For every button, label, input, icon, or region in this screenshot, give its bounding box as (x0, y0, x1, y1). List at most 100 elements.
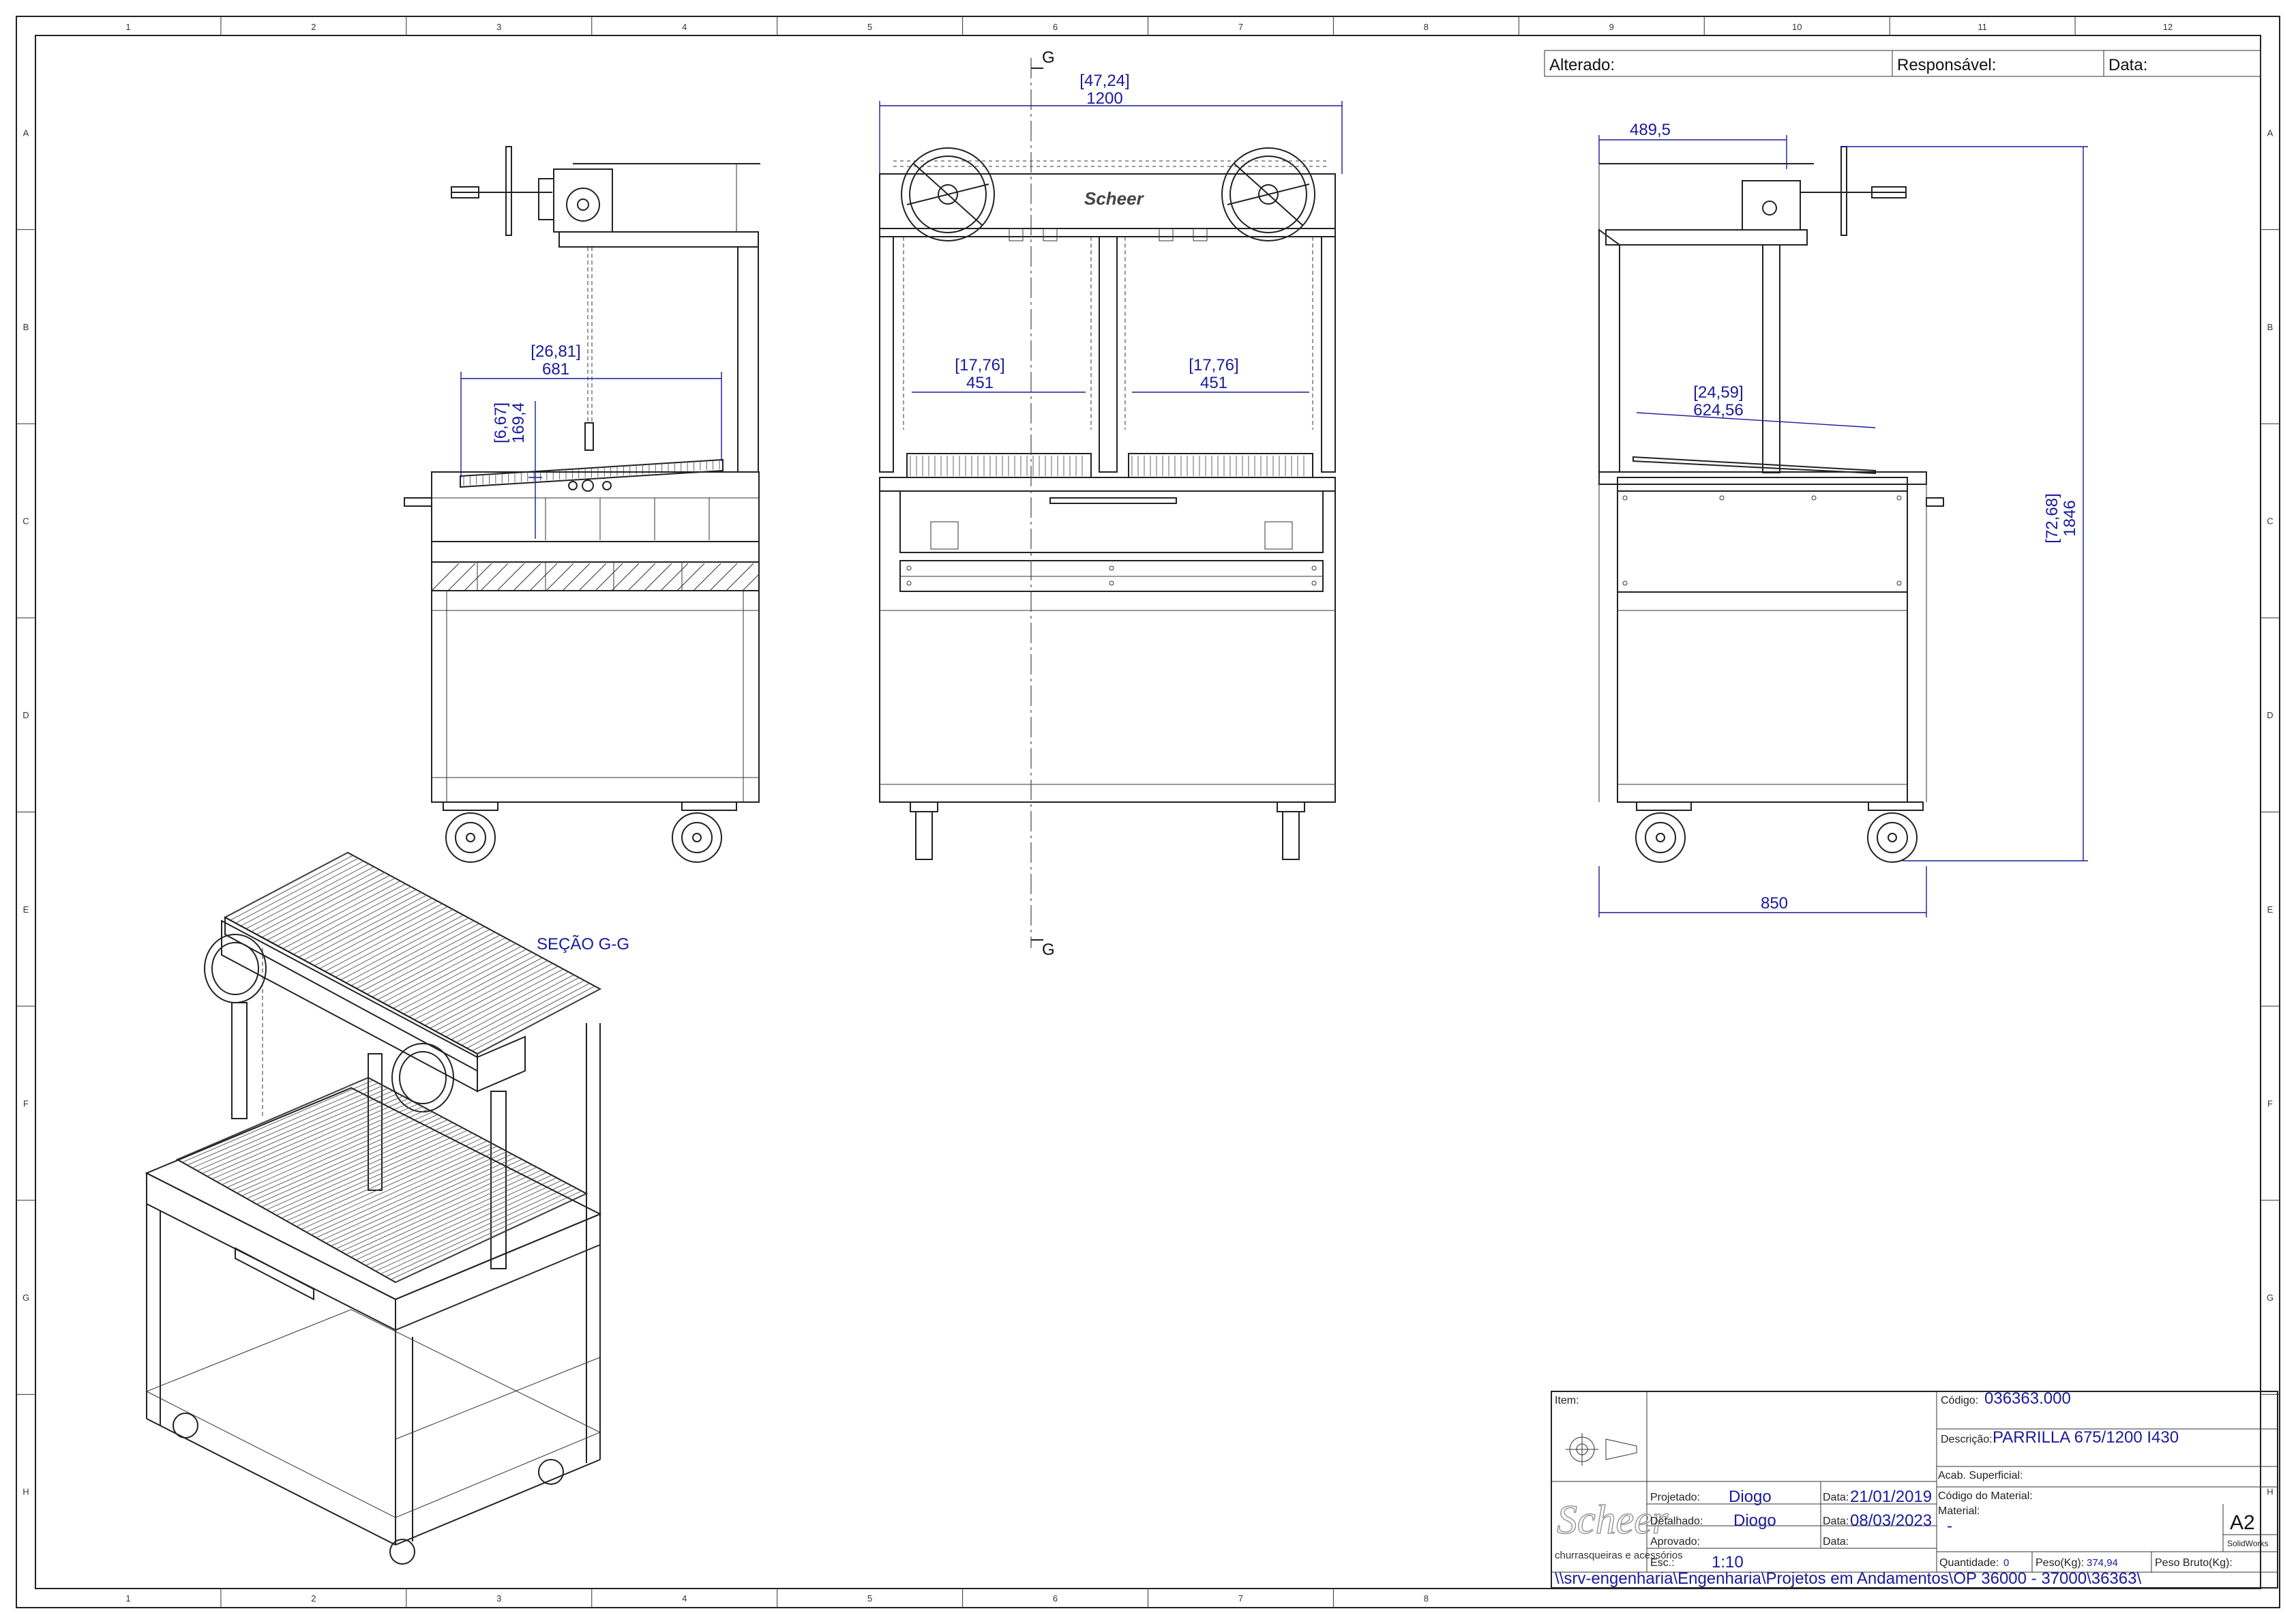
zone-col-label: 1 (125, 1593, 130, 1604)
dim-front-left-mm: 451 (966, 374, 994, 392)
description-value: PARRILLA 675/1200 I430 (1993, 1428, 2179, 1447)
weight-value: 374,94 (2087, 1557, 2118, 1569)
finish-label: Acab. Superficial: (1938, 1470, 2023, 1481)
zone-row-label: C (2267, 516, 2273, 527)
item-label: Item: (1555, 1395, 1579, 1406)
zone-col-label: 1 (125, 22, 130, 32)
dim-right-height-mm: 1846 (2061, 500, 2079, 536)
sheet-inner-frame (35, 35, 2261, 1589)
zone-col-label: 11 (1978, 22, 1987, 32)
dim-right-top-mm: 489,5 (1630, 121, 1671, 139)
code-value: 036363.000 (1984, 1389, 2071, 1408)
zone-col-label: 4 (682, 22, 687, 32)
detailed-date-value: 08/03/2023 (1850, 1511, 1932, 1530)
dim-right-depth-mm: 850 (1761, 894, 1788, 913)
section-dimensions: [26,81] 681 [6,67] 169,4 (460, 342, 722, 539)
dim-front-right-in: [17,76] (1189, 356, 1238, 374)
designed-value: Diogo (1729, 1488, 1772, 1506)
section-label: SEÇÃO G-G (537, 935, 629, 954)
revision-date-label: Data: (2108, 56, 2147, 74)
revision-changed-label: Alterado: (1549, 56, 1615, 74)
quantity-value: 0 (2003, 1557, 2009, 1569)
zone-col-label: 5 (867, 22, 872, 32)
dim-section-height-in: [6,67] (492, 402, 510, 443)
section-marker-bottom: G (1042, 941, 1055, 959)
zone-col-label: 9 (1609, 22, 1614, 32)
right-dimensions: 489,5 [24,59] 624,56 [72,68] 1846 850 (1598, 121, 2088, 917)
revision-responsible-label: Responsável: (1897, 56, 1996, 74)
zone-row-label: E (2267, 904, 2273, 915)
zone-row-label: E (23, 904, 29, 915)
dim-section-height-mm: 169,4 (509, 402, 528, 443)
code-label: Código: (1941, 1395, 1978, 1406)
isometric-view: SEÇÃO G-G (145, 851, 629, 1565)
designed-label: Projetado: (1650, 1492, 1700, 1503)
material-value: - (1947, 1517, 1952, 1535)
front-view: Scheer (879, 147, 1336, 860)
zone-row-label: A (2267, 128, 2273, 138)
zone-col-label: 2 (311, 22, 316, 32)
gross-weight-label: Peso Bruto(Kg): (2155, 1557, 2233, 1569)
title-block: Scheer churrasqueiras e acessórios Item:… (1551, 1389, 2278, 1589)
sheet-size: A2 (2230, 1511, 2255, 1534)
dim-right-height-in: [72,68] (2043, 493, 2061, 543)
zone-rows-right: A B C D E F G H (2261, 128, 2280, 1497)
weight-label: Peso(Kg): (2036, 1557, 2084, 1569)
company-logo: Scheer churrasqueiras e acessórios (1555, 1496, 1683, 1561)
zone-col-label: 4 (682, 1593, 687, 1604)
approved-label: Aprovado: (1650, 1536, 1700, 1548)
material-code-label: Código do Material: (1938, 1490, 2033, 1502)
zone-col-label: 3 (496, 22, 501, 32)
zone-columns-top: 1 2 3 4 5 6 7 8 9 10 11 12 (125, 16, 2173, 35)
material-label: Material: (1938, 1505, 1980, 1517)
zone-row-label: F (2267, 1098, 2273, 1108)
section-marker-top: G (1042, 48, 1055, 67)
dim-section-width-in: [26,81] (531, 342, 580, 361)
zone-row-label: G (2267, 1293, 2273, 1303)
dim-front-right-mm: 451 (1200, 374, 1227, 392)
designed-date-value: 21/01/2019 (1850, 1488, 1932, 1506)
front-grill-bars (910, 456, 1304, 476)
right-side-view (1598, 146, 1944, 863)
zone-col-label: 5 (867, 1593, 872, 1604)
quantity-label: Quantidade: (1939, 1557, 1999, 1569)
detailed-date-label: Data: (1823, 1516, 1849, 1527)
dim-front-left-in: [17,76] (955, 356, 1004, 374)
zone-col-label: 7 (1238, 22, 1243, 32)
front-brand-plate: Scheer (1084, 188, 1145, 209)
technical-drawing-sheet: 1 2 3 4 5 6 7 8 9 10 11 12 12345678 ABCDEFGH ABCDEF… (16, 16, 2280, 1608)
zone-row-label: D (23, 710, 29, 720)
scale-label: Esc.: (1650, 1557, 1675, 1569)
dim-section-width-mm: 681 (542, 360, 569, 379)
detailed-value: Diogo (1733, 1511, 1776, 1530)
zone-col-label: 2 (311, 1593, 316, 1604)
section-hatch (431, 563, 760, 591)
zone-row-label: B (23, 322, 29, 332)
dim-front-total-mm: 1200 (1086, 89, 1122, 108)
approved-date-label: Data: (1823, 1536, 1849, 1548)
section-view (404, 146, 760, 863)
zone-col-label: 10 (1792, 22, 1802, 32)
zone-markers: 1 2 3 4 5 6 7 8 9 10 11 12 12345678 ABCDEFGH ABCDEF… (16, 16, 2280, 1608)
designed-date-label: Data: (1823, 1492, 1849, 1503)
sheet-outer-frame (16, 16, 2280, 1608)
zone-row-label: B (2267, 322, 2273, 332)
zone-row-label: A (23, 128, 29, 138)
revision-block: Alterado: Responsável: Data: (1544, 50, 2261, 77)
dim-right-grill-in: [24,59] (1693, 383, 1743, 402)
zone-col-label: 8 (1424, 22, 1429, 32)
zone-col-label: 12 (2163, 22, 2173, 32)
zone-rows-left: A B C D E F G H (16, 128, 35, 1497)
projection-symbol-icon (1566, 1433, 1637, 1466)
zone-col-label: 6 (1053, 1593, 1058, 1604)
zone-row-label: G (23, 1293, 29, 1303)
scale-value: 1:10 (1712, 1553, 1744, 1571)
file-path: \\srv-engenharia\Engenharia\Projetos em … (1555, 1569, 2141, 1588)
software-label: SolidWorks (2227, 1539, 2268, 1548)
zone-col-label: 6 (1053, 22, 1058, 32)
zone-row-label: D (2267, 710, 2273, 720)
dim-front-total-in: [47,24] (1079, 72, 1129, 90)
description-label: Descrição: (1941, 1434, 1993, 1445)
zone-row-label: C (23, 516, 29, 527)
zone-col-label: 3 (496, 1593, 501, 1604)
